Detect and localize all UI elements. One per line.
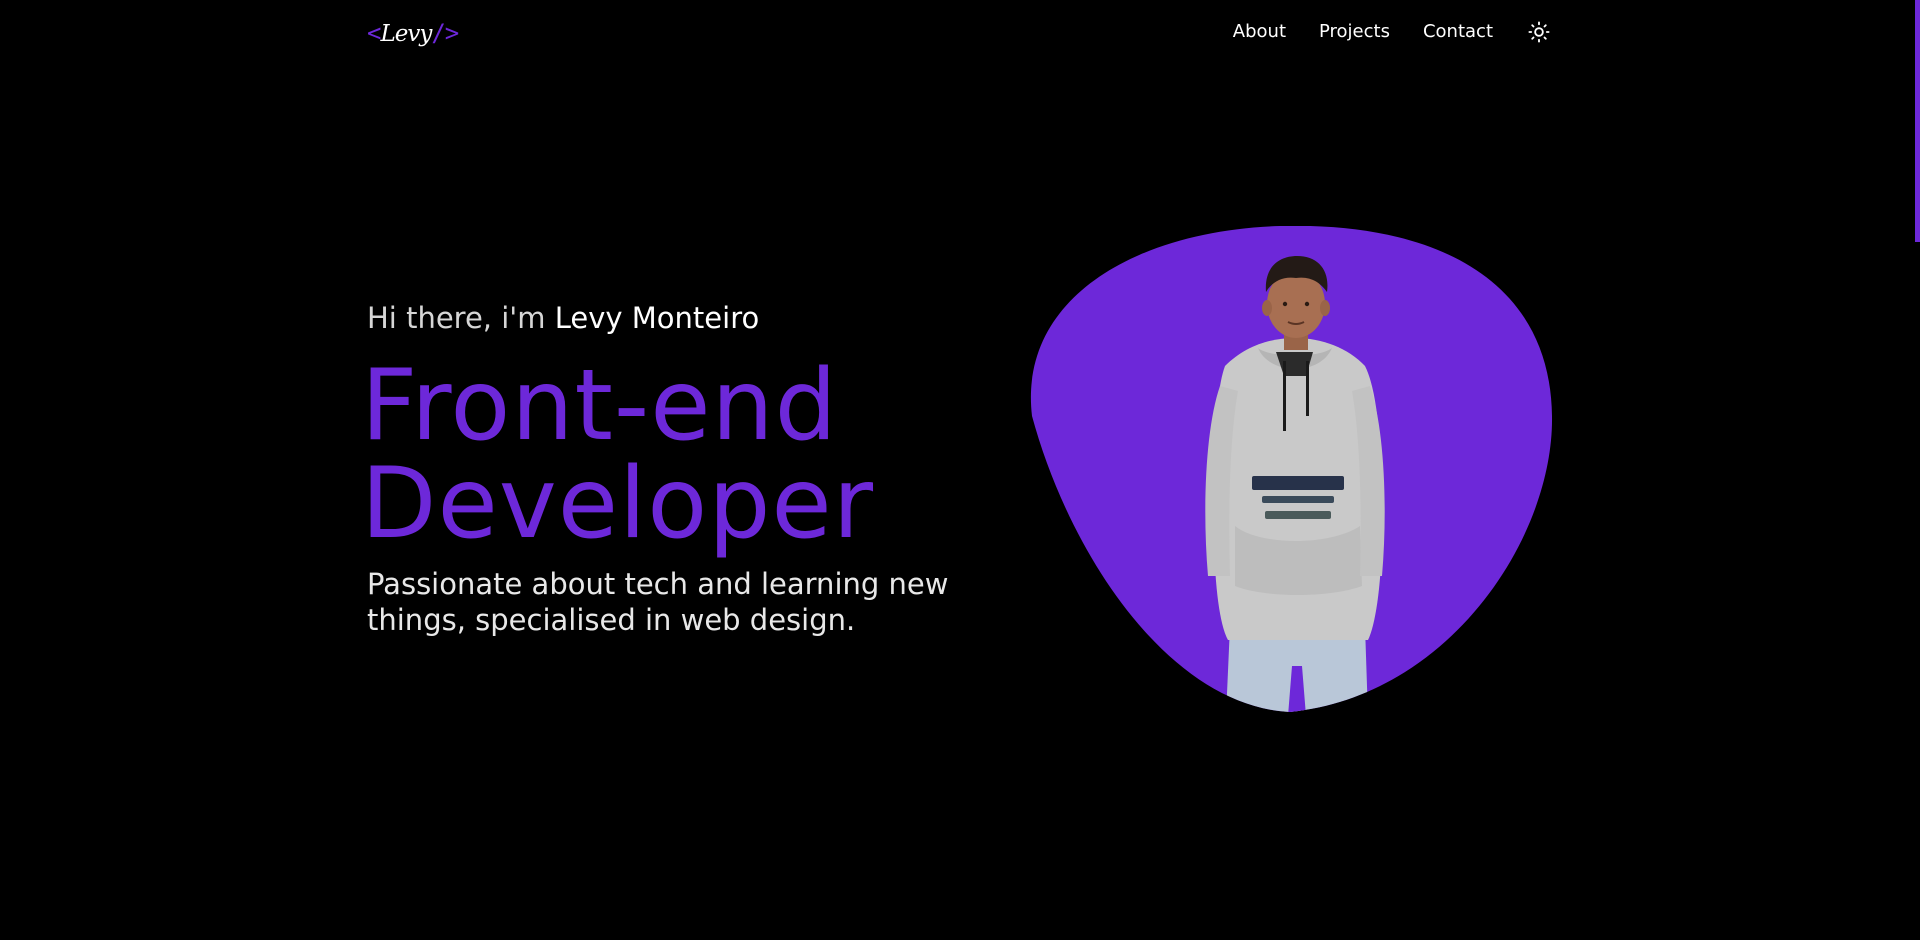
profile-photo xyxy=(1030,225,1553,712)
greeting-prefix: Hi there, i'm xyxy=(367,301,555,335)
nav-link-projects[interactable]: Projects xyxy=(1319,19,1390,45)
portrait-blob xyxy=(1030,225,1553,712)
greeting-name: Levy Monteiro xyxy=(554,301,760,335)
sun-icon xyxy=(1528,21,1550,43)
logo-close-bracket: /> xyxy=(431,19,459,47)
logo[interactable]: <Levy/> xyxy=(367,16,459,50)
headline-line-1: Front-end xyxy=(361,349,838,463)
nav-link-about[interactable]: About xyxy=(1233,19,1286,45)
theme-toggle-button[interactable] xyxy=(1526,19,1552,45)
site-header: <Levy/> About Projects Contact xyxy=(0,0,1920,64)
hero-headline: Front-end Developer xyxy=(361,357,874,553)
headline-line-2: Developer xyxy=(361,447,875,561)
main-nav: About Projects Contact xyxy=(1233,19,1552,45)
hero-greeting: Hi there, i'm Levy Monteiro xyxy=(367,296,759,340)
logo-name: Levy xyxy=(380,21,432,47)
scrollbar-thumb[interactable] xyxy=(1915,0,1920,242)
logo-open-bracket: < xyxy=(367,19,381,47)
hero-tagline: Passionate about tech and learning new t… xyxy=(367,567,949,637)
nav-link-contact[interactable]: Contact xyxy=(1423,19,1493,45)
